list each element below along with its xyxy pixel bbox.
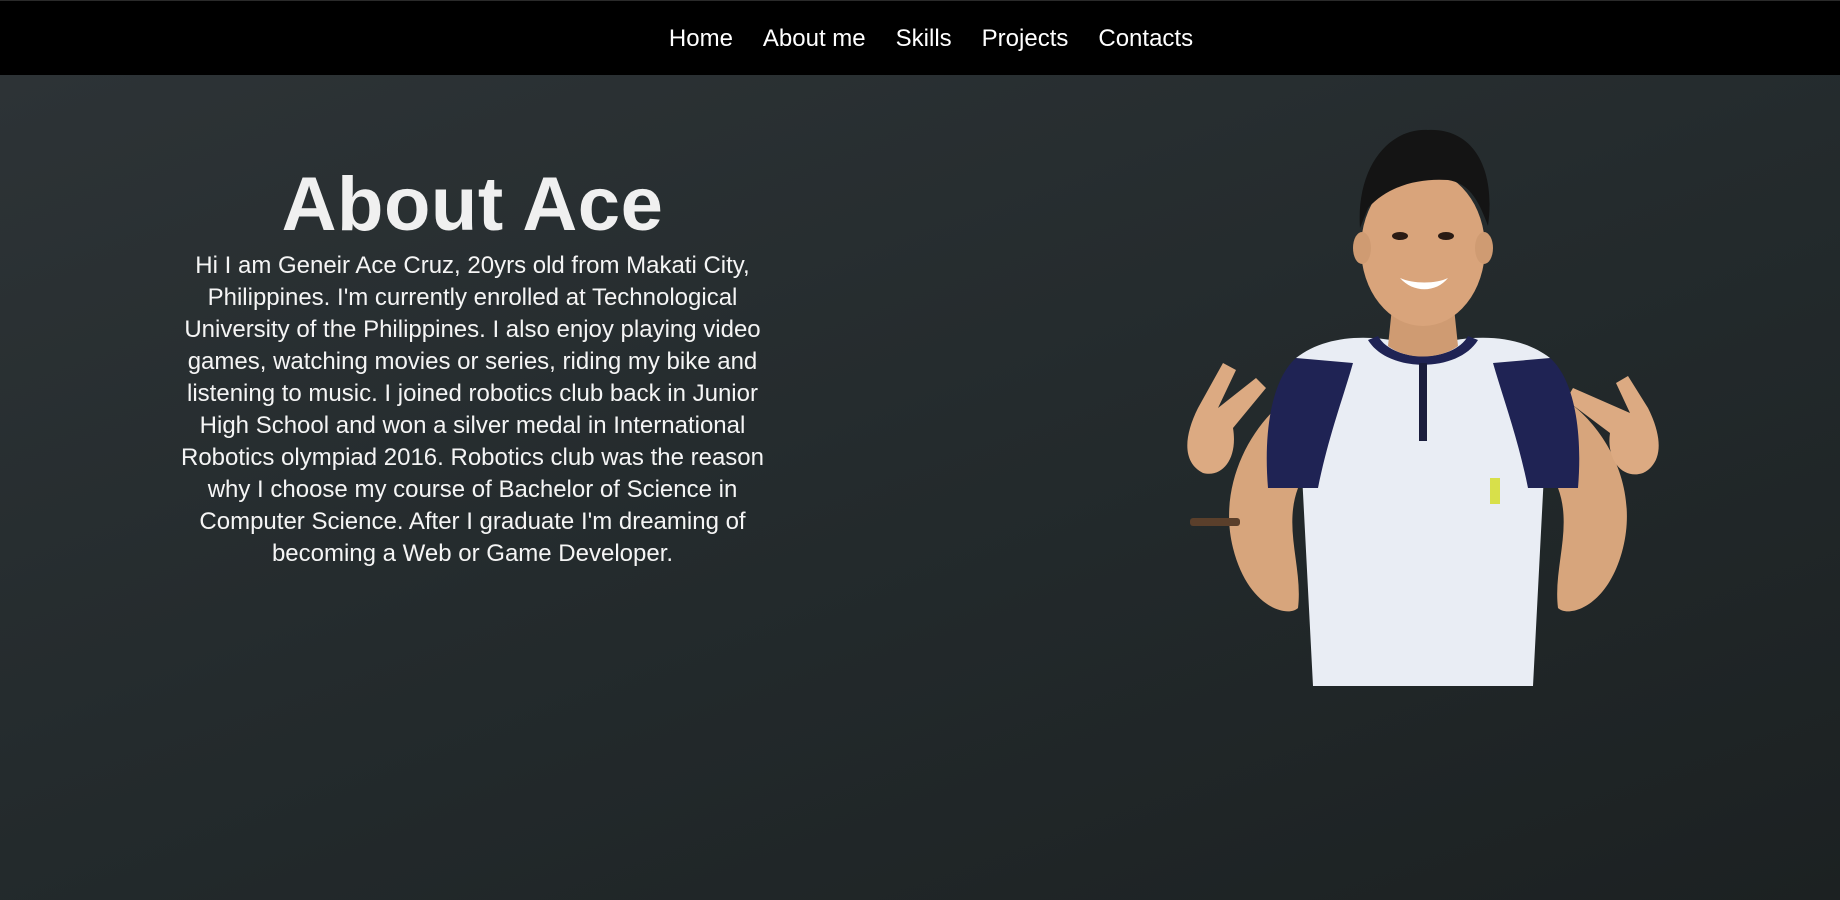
left-eye xyxy=(1392,232,1408,240)
nav-item-contacts: Contacts xyxy=(1083,1,1208,76)
right-eye xyxy=(1438,232,1454,240)
profile-photo xyxy=(1187,129,1659,686)
page-title: About Ace xyxy=(281,162,664,247)
nav-item-projects: Projects xyxy=(967,1,1084,76)
nav-link-contacts[interactable]: Contacts xyxy=(1083,25,1208,52)
nav-item-home: Home xyxy=(654,1,748,76)
nav-item-skills: Skills xyxy=(881,1,967,76)
placket xyxy=(1419,363,1427,441)
nav-menu: Home About me Skills Projects Contacts xyxy=(654,1,1208,76)
bio-text: Hi I am Geneir Ace Cruz, 20yrs old from … xyxy=(181,252,764,567)
nav-link-projects[interactable]: Projects xyxy=(967,25,1084,52)
nav-link-home[interactable]: Home xyxy=(654,25,748,52)
bracelet xyxy=(1190,518,1240,526)
nav-link-about[interactable]: About me xyxy=(748,25,881,52)
nav-link-skills[interactable]: Skills xyxy=(881,25,967,52)
shirt-logo xyxy=(1490,478,1500,504)
about-section: About Ace Hi I am Geneir Ace Cruz, 20yrs… xyxy=(175,162,770,570)
top-navbar: Home About me Skills Projects Contacts xyxy=(0,0,1840,75)
nav-item-about: About me xyxy=(748,1,881,76)
